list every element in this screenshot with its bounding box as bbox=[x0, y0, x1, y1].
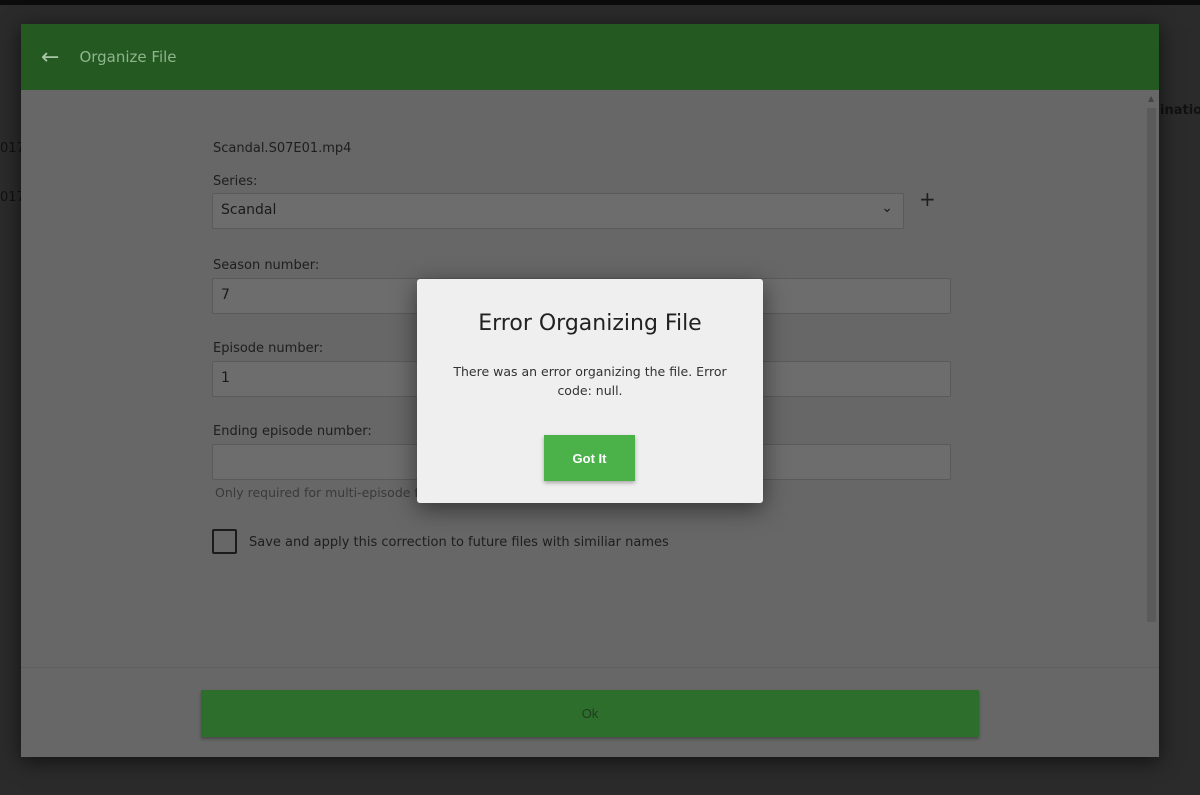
error-dialog: Error Organizing File There was an error… bbox=[417, 279, 763, 503]
back-arrow-icon[interactable]: ← bbox=[41, 45, 59, 70]
chevron-down-icon: ⌄ bbox=[881, 200, 893, 216]
series-label: Series: bbox=[213, 174, 258, 189]
ending-episode-label: Ending episode number: bbox=[213, 424, 372, 439]
add-series-plus-icon[interactable]: + bbox=[919, 187, 936, 211]
got-it-button[interactable]: Got It bbox=[544, 435, 635, 481]
episode-label: Episode number: bbox=[213, 341, 324, 356]
top-bar bbox=[0, 0, 1200, 5]
dialog-title: Error Organizing File bbox=[478, 311, 702, 336]
background-column-header: inatio bbox=[1160, 103, 1200, 118]
scrollbar[interactable]: ▲ bbox=[1146, 94, 1158, 622]
file-name: Scandal.S07E01.mp4 bbox=[213, 141, 352, 156]
scroll-up-arrow-icon[interactable]: ▲ bbox=[1148, 94, 1154, 103]
modal-header: ← Organize File bbox=[21, 24, 1159, 90]
footer-divider bbox=[21, 667, 1159, 668]
episode-value: 1 bbox=[221, 370, 230, 386]
series-value: Scandal bbox=[221, 202, 277, 218]
ending-episode-help: Only required for multi-episode files bbox=[215, 485, 440, 500]
save-correction-checkbox[interactable] bbox=[212, 529, 237, 554]
modal-title: Organize File bbox=[79, 48, 177, 66]
ok-button[interactable]: Ok bbox=[201, 690, 979, 737]
scrollbar-thumb[interactable] bbox=[1147, 108, 1156, 622]
save-correction-label: Save and apply this correction to future… bbox=[249, 535, 669, 550]
season-label: Season number: bbox=[213, 258, 320, 273]
series-select[interactable]: Scandal ⌄ bbox=[212, 193, 904, 229]
dialog-message: There was an error organizing the file. … bbox=[453, 364, 727, 398]
season-value: 7 bbox=[221, 287, 230, 303]
